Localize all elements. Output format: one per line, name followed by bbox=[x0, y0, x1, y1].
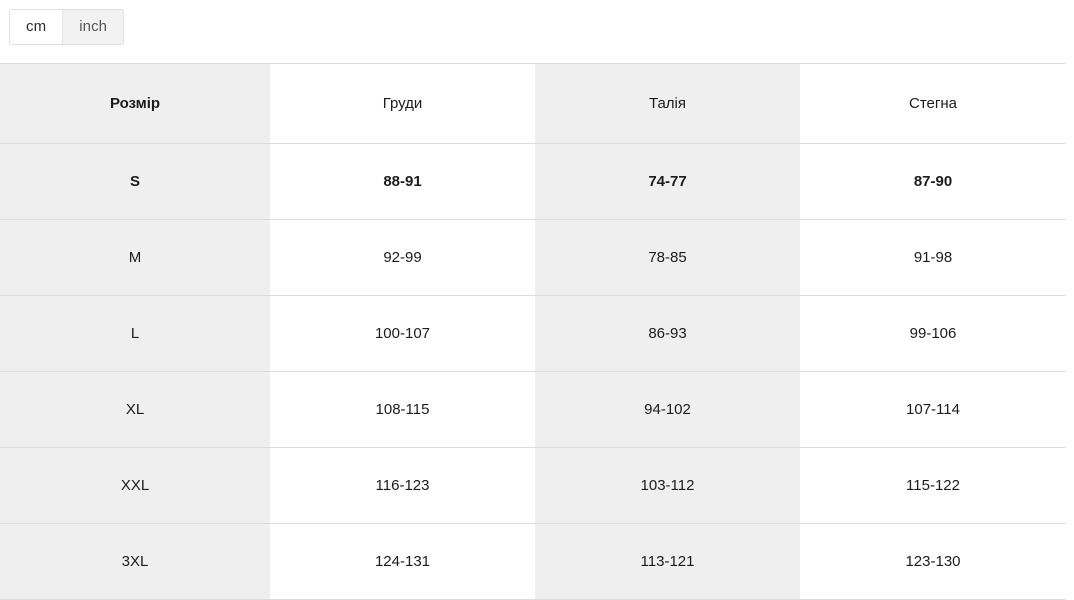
cell-hips: 115-122 bbox=[800, 447, 1066, 524]
cell-size: S bbox=[0, 143, 270, 220]
cell-size: M bbox=[0, 219, 270, 296]
cell-chest: 116-123 bbox=[270, 447, 535, 524]
cell-chest: 108-115 bbox=[270, 371, 535, 448]
table-row[interactable]: S 88-91 74-77 87-90 bbox=[0, 143, 1066, 220]
column-header-waist: Талія bbox=[535, 63, 800, 144]
column-header-hips: Стегна bbox=[800, 63, 1066, 144]
table-row[interactable]: L 100-107 86-93 99-106 bbox=[0, 295, 1066, 372]
cell-waist: 103-112 bbox=[535, 447, 800, 524]
cell-size: L bbox=[0, 295, 270, 372]
table-row[interactable]: XXL 116-123 103-112 115-122 bbox=[0, 447, 1066, 524]
unit-toggle[interactable]: cm inch bbox=[9, 9, 125, 45]
cell-chest: 100-107 bbox=[270, 295, 535, 372]
table-row[interactable]: M 92-99 78-85 91-98 bbox=[0, 219, 1066, 296]
cell-hips: 87-90 bbox=[800, 143, 1066, 220]
cell-waist: 74-77 bbox=[535, 143, 800, 220]
unit-toggle-option-inch[interactable]: inch bbox=[62, 10, 124, 44]
cell-waist: 113-121 bbox=[535, 523, 800, 600]
cell-chest: 88-91 bbox=[270, 143, 535, 220]
size-table-header: Розмір Груди Талія Стегна bbox=[0, 63, 1066, 144]
cell-hips: 91-98 bbox=[800, 219, 1066, 296]
cell-chest: 92-99 bbox=[270, 219, 535, 296]
size-chart: Розмір Груди Талія Стегна S 88-91 74-77 … bbox=[0, 63, 1074, 600]
cell-size: XXL bbox=[0, 447, 270, 524]
cell-chest: 124-131 bbox=[270, 523, 535, 600]
cell-waist: 86-93 bbox=[535, 295, 800, 372]
cell-hips: 123-130 bbox=[800, 523, 1066, 600]
unit-toggle-option-cm[interactable]: cm bbox=[10, 10, 63, 44]
size-table-body: S 88-91 74-77 87-90 M 92-99 78-85 91-98 … bbox=[0, 143, 1066, 600]
table-row[interactable]: XL 108-115 94-102 107-114 bbox=[0, 371, 1066, 448]
size-table: Розмір Груди Талія Стегна S 88-91 74-77 … bbox=[0, 63, 1066, 600]
cell-size: XL bbox=[0, 371, 270, 448]
cell-size: 3XL bbox=[0, 523, 270, 600]
column-header-size: Розмір bbox=[0, 63, 270, 144]
cell-hips: 99-106 bbox=[800, 295, 1066, 372]
table-row[interactable]: 3XL 124-131 113-121 123-130 bbox=[0, 523, 1066, 600]
table-header-row: Розмір Груди Талія Стегна bbox=[0, 63, 1066, 144]
column-header-chest: Груди bbox=[270, 63, 535, 144]
cell-hips: 107-114 bbox=[800, 371, 1066, 448]
cell-waist: 78-85 bbox=[535, 219, 800, 296]
cell-waist: 94-102 bbox=[535, 371, 800, 448]
